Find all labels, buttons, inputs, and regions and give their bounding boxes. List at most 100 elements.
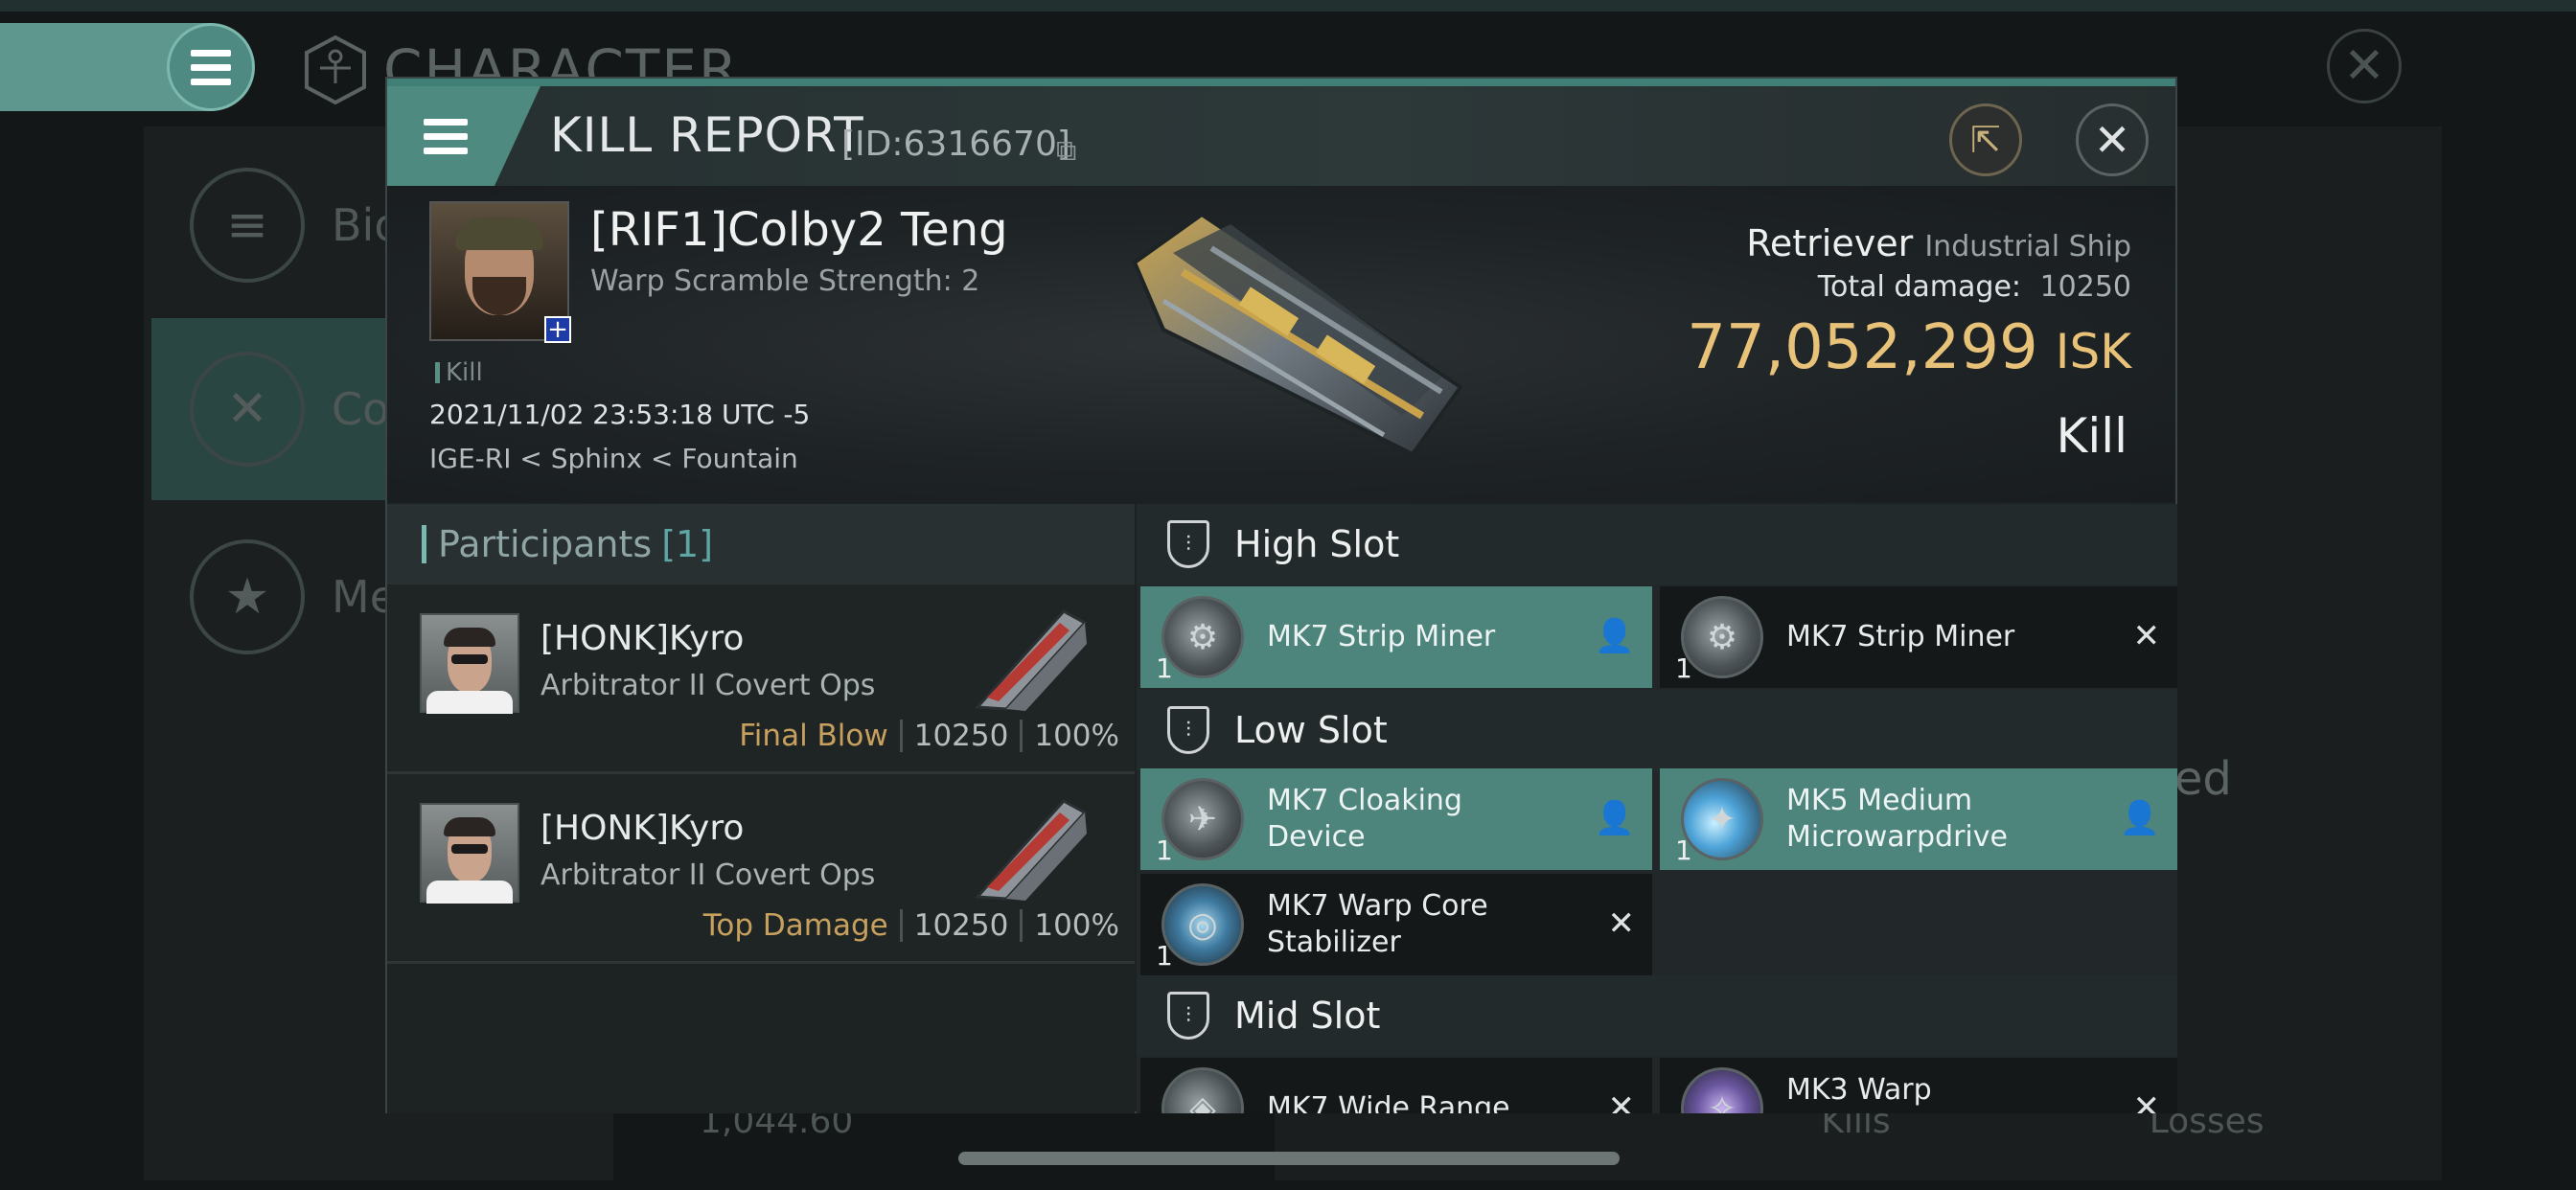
participant-tag: Final Blow <box>739 719 888 753</box>
participant-tag: Top Damage <box>702 908 888 943</box>
kill-report-modal: KILL REPORT [ID:6316670] ⧉ ⇱ ✕ + [RIF1]C… <box>385 77 2177 1113</box>
modal-title: KILL REPORT <box>550 107 864 163</box>
participants-count: [1] <box>661 523 714 565</box>
participant-ship: Arbitrator II Covert Ops <box>540 858 876 892</box>
list-icon: ≡ <box>190 168 305 283</box>
wide-range-icon: ◈ <box>1162 1067 1244 1113</box>
participant-percent: 100% <box>1034 908 1119 943</box>
participant-ship: Arbitrator II Covert Ops <box>540 669 876 702</box>
copy-icon[interactable]: ⧉ <box>1056 134 1076 168</box>
high-slot-header: ⫶ High Slot <box>1137 504 2177 584</box>
top-strip <box>0 0 2576 11</box>
strip-miner-icon: ⚙ <box>1681 596 1763 678</box>
destroyed-icon: ✕ <box>2132 617 2161 655</box>
module-item[interactable]: ✧ 1 MK3 Warp Scrambler ✕ <box>1660 1058 2177 1113</box>
background-close-icon[interactable]: ✕ <box>2327 29 2402 103</box>
add-contact-icon[interactable]: + <box>544 315 571 344</box>
ship-name[interactable]: Retriever Industrial Ship <box>1746 222 2131 264</box>
kill-timestamp: 2021/11/02 23:53:18 UTC -5 <box>429 399 811 430</box>
module-name: MK7 Cloaking Device <box>1267 784 1462 854</box>
participant-name: [HONK]Kyro <box>540 619 745 658</box>
mid-slot-title: Mid Slot <box>1234 995 1381 1037</box>
shield-icon: ⫶ <box>1167 706 1209 754</box>
participant-row[interactable]: [HONK]Kyro Arbitrator II Covert Ops Top … <box>387 774 1135 964</box>
modal-header: KILL REPORT [ID:6316670] ⧉ ⇱ ✕ <box>387 86 2175 186</box>
total-damage-value: 10250 <box>2039 270 2131 304</box>
module-item[interactable]: ✦ 1 MK5 Medium Microwarpdrive 👤 <box>1660 768 2177 870</box>
module-qty: 1 <box>1675 835 1692 866</box>
kill-report-id: [ID:6316670] <box>841 125 1070 164</box>
module-qty: 1 <box>1156 835 1173 866</box>
warp-scramble-strength: Warp Scramble Strength: 2 <box>590 264 980 298</box>
module-name: MK7 Wide Range <box>1267 1091 1510 1113</box>
destroyed-icon: ✕ <box>1607 904 1636 943</box>
star-medal-icon: ★ <box>190 539 305 654</box>
participants-panel: Participants [1] [HONK]Kyro Arbitrator I… <box>387 504 1135 1113</box>
module-item[interactable]: ◎ 1 MK7 Warp Core Stabilizer ✕ <box>1140 874 1652 975</box>
shield-icon: ⫶ <box>1167 992 1209 1040</box>
participant-stats: Final Blow 10250 100% <box>739 719 1119 753</box>
crossed-swords-icon: ✕ <box>190 352 305 467</box>
high-slot-title: High Slot <box>1234 523 1400 565</box>
sidebar-item-label: Co <box>332 383 390 435</box>
module-item[interactable]: ✈ 1 MK7 Cloaking Device 👤 <box>1140 768 1652 870</box>
isk-amount: 77,052,299 <box>1687 312 2038 383</box>
participant-stats: Top Damage 10250 100% <box>703 908 1119 943</box>
victim-name[interactable]: [RIF1]Colby2 Teng <box>590 203 1008 257</box>
fitting-slots-panel: ⫶ High Slot ⚙ 1 MK7 Strip Miner 👤 ⚙ 1 MK… <box>1137 504 2177 1113</box>
kill-location[interactable]: IGE-RI < Sphinx < Fountain <box>429 443 798 474</box>
share-icon: ⇱ <box>1970 119 2001 161</box>
shield-icon: ⫶ <box>1167 520 1209 568</box>
dropped-person-icon: 👤 <box>1594 617 1635 655</box>
participant-portrait[interactable] <box>420 803 519 904</box>
kill-tag: Kill <box>435 358 483 387</box>
module-item[interactable]: ⚙ 1 MK7 Strip Miner ✕ <box>1660 586 2177 688</box>
microwarpdrive-icon: ✦ <box>1681 778 1763 860</box>
character-icon <box>305 35 366 104</box>
total-damage-label: Total damage: <box>1817 270 2022 304</box>
participant-portrait[interactable] <box>420 613 519 714</box>
participant-percent: 100% <box>1034 719 1119 753</box>
isk-value: 77,052,299 ISK <box>1687 312 2131 383</box>
module-name: MK3 Warp Scrambler <box>1786 1073 1934 1113</box>
modal-menu-button[interactable] <box>387 86 540 186</box>
module-qty: 1 <box>1156 652 1173 684</box>
close-button[interactable]: ✕ <box>2076 103 2149 176</box>
module-name: MK7 Strip Miner <box>1267 620 1496 653</box>
kill-tag-label: Kill <box>446 358 483 387</box>
dropped-person-icon: 👤 <box>1594 799 1635 837</box>
module-qty: 1 <box>1675 652 1692 684</box>
home-indicator <box>958 1152 1620 1165</box>
module-name: MK7 Strip Miner <box>1786 620 2015 653</box>
ship-class: Industrial Ship <box>1924 230 2131 263</box>
hamburger-icon <box>191 49 231 85</box>
mid-slot-header: ⫶ Mid Slot <box>1137 975 2177 1056</box>
share-button[interactable]: ⇱ <box>1949 103 2022 176</box>
victim-summary: + [RIF1]Colby2 Teng Warp Scramble Streng… <box>387 186 2175 502</box>
participant-damage: 10250 <box>913 719 1009 753</box>
destroyed-icon: ✕ <box>1607 1088 1636 1113</box>
participants-label: Participants <box>438 523 653 565</box>
hamburger-icon <box>424 118 468 154</box>
module-item[interactable]: ⚙ 1 MK7 Strip Miner 👤 <box>1140 586 1652 688</box>
total-damage: Total damage: 10250 <box>1818 270 2131 304</box>
module-name: MK5 Medium Microwarpdrive <box>1786 784 2008 854</box>
warp-scrambler-icon: ✧ <box>1681 1067 1763 1113</box>
strip-miner-icon: ⚙ <box>1162 596 1244 678</box>
ship-name-text: Retriever <box>1746 222 1914 264</box>
module-name: MK7 Warp Core Stabilizer <box>1267 889 1488 959</box>
participant-damage: 10250 <box>913 908 1009 943</box>
module-item[interactable]: ◈ 1 MK7 Wide Range ✕ <box>1140 1058 1652 1113</box>
dropped-person-icon: 👤 <box>2119 799 2160 837</box>
cloaking-device-icon: ✈ <box>1162 778 1244 860</box>
low-slot-header: ⫶ Low Slot <box>1137 690 2177 770</box>
low-slot-title: Low Slot <box>1234 709 1388 751</box>
modal-top-accent <box>387 79 2175 86</box>
module-qty: 1 <box>1156 940 1173 972</box>
isk-unit: ISK <box>2055 324 2131 379</box>
destroyed-icon: ✕ <box>2132 1088 2161 1113</box>
participant-row[interactable]: [HONK]Kyro Arbitrator II Covert Ops Fina… <box>387 584 1135 774</box>
participant-ship-image <box>974 609 1088 711</box>
participants-header: Participants [1] <box>387 504 1135 584</box>
background-menu-button[interactable] <box>167 23 255 111</box>
